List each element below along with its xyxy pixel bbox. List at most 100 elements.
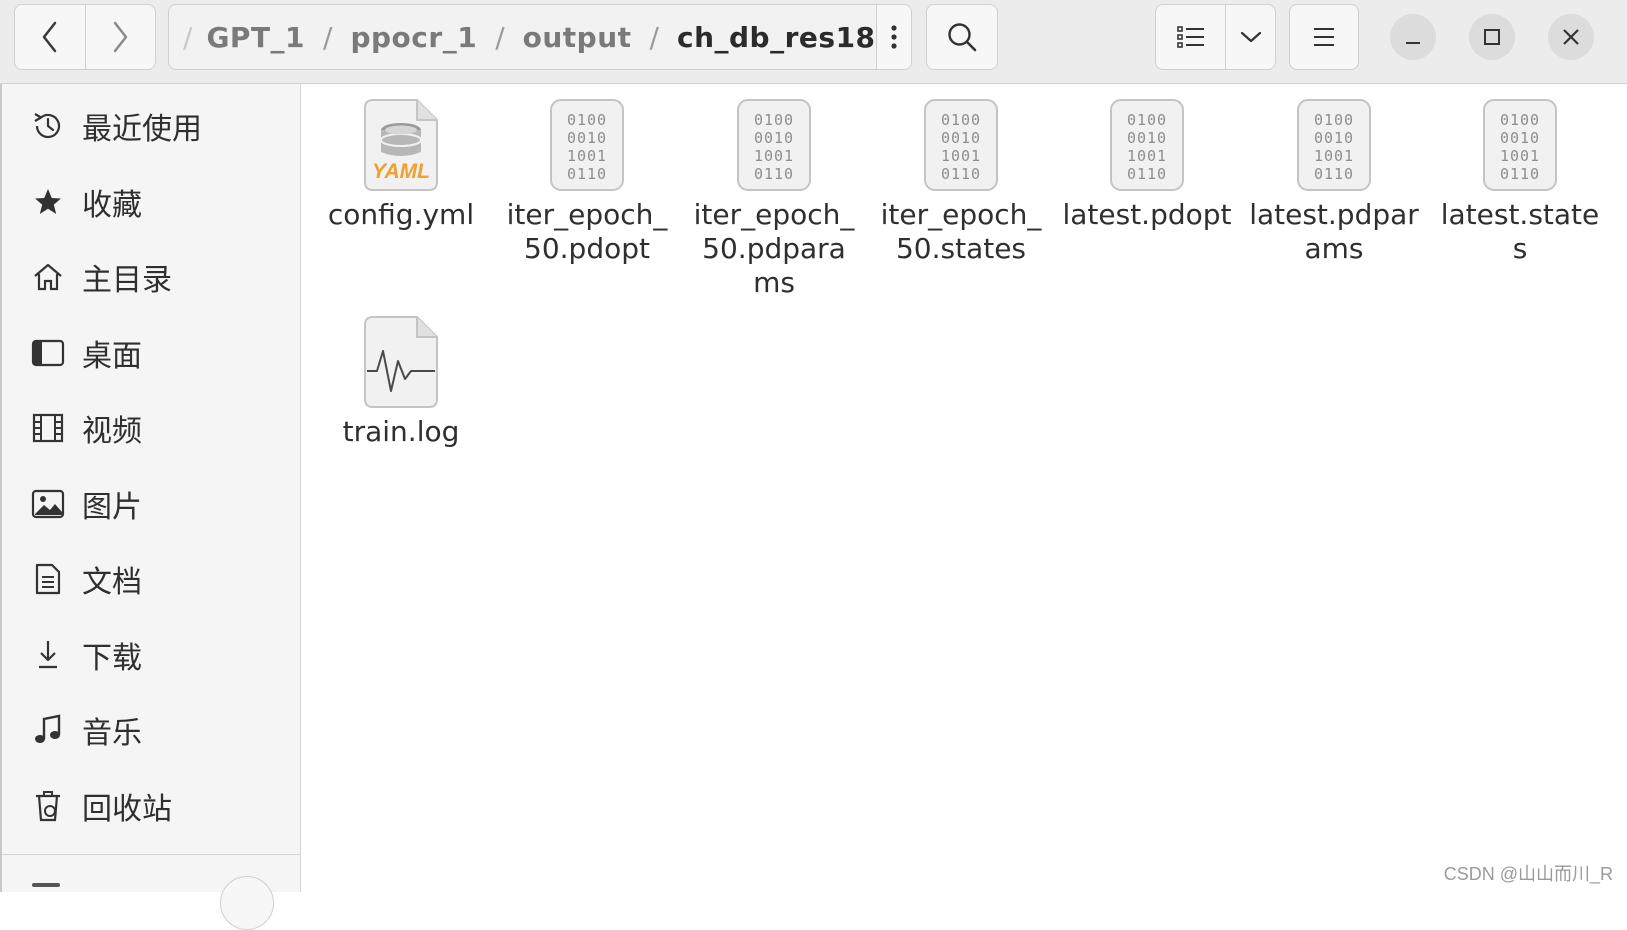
- vertical-ellipsis-icon: [891, 25, 897, 49]
- home-icon: [28, 257, 68, 297]
- chevron-left-icon: [42, 21, 56, 53]
- svg-text:1001: 1001: [941, 147, 981, 165]
- chevron-down-icon: [1240, 31, 1261, 43]
- sidebar-item-home[interactable]: 主目录: [2, 246, 301, 308]
- back-button[interactable]: [15, 5, 85, 69]
- music-icon: [28, 710, 68, 750]
- view-dropdown-button[interactable]: [1225, 5, 1275, 69]
- maximize-icon: [1484, 29, 1500, 45]
- svg-text:0010: 0010: [1127, 129, 1167, 147]
- download-icon: [28, 635, 68, 675]
- svg-text:0010: 0010: [941, 129, 981, 147]
- sidebar-item-label: 下载: [82, 640, 142, 676]
- star-icon: [28, 182, 68, 222]
- minimize-icon: [1406, 42, 1420, 44]
- sidebar-item-download[interactable]: 下载: [2, 624, 301, 686]
- file-name: iter_epoch_50.states: [880, 198, 1042, 265]
- binary-file-icon: 0100 0010 1001 0110: [1296, 98, 1372, 192]
- breadcrumb-separator: /: [323, 20, 333, 54]
- svg-text:0110: 0110: [1314, 165, 1354, 183]
- file-name: latest.states: [1440, 198, 1600, 265]
- sidebar-item-film[interactable]: 视频: [2, 397, 301, 459]
- breadcrumb-output[interactable]: output: [523, 21, 632, 54]
- sidebar-item-label: 桌面: [82, 338, 142, 374]
- search-button[interactable]: [926, 4, 998, 70]
- sidebar-item-document[interactable]: 文档: [2, 548, 301, 610]
- svg-text:0100: 0100: [567, 111, 607, 129]
- breadcrumb-separator: /: [183, 20, 193, 54]
- svg-text:0010: 0010: [1500, 129, 1540, 147]
- file-name: config.yml: [327, 198, 475, 231]
- sidebar-item-music[interactable]: 音乐: [2, 699, 301, 761]
- watermark: CSDN @山山而川_R: [1443, 864, 1613, 884]
- svg-text:1001: 1001: [1314, 147, 1354, 165]
- close-button[interactable]: [1548, 14, 1594, 60]
- hamburger-menu-icon: [1314, 28, 1334, 46]
- svg-text:0100: 0100: [941, 111, 981, 129]
- file-name: train.log: [342, 415, 460, 448]
- sidebar-item-label: 主目录: [82, 263, 172, 298]
- document-icon: [28, 559, 68, 599]
- svg-text:0100: 0100: [1127, 111, 1167, 129]
- navigation-buttons: [14, 4, 156, 70]
- trash-icon: [28, 786, 68, 826]
- sidebar-item-desktop[interactable]: 桌面: [2, 322, 301, 384]
- search-icon: [948, 23, 977, 52]
- svg-text:1001: 1001: [754, 147, 794, 165]
- sidebar-item-image[interactable]: 图片: [2, 473, 301, 535]
- path-menu-button[interactable]: [875, 5, 911, 69]
- yaml-file-icon: YAML: [363, 98, 439, 192]
- sidebar-item-clock-history[interactable]: 最近使用: [2, 95, 301, 157]
- svg-text:0100: 0100: [1500, 111, 1540, 129]
- svg-text:0110: 0110: [754, 165, 794, 183]
- view-options: [1155, 4, 1276, 70]
- binary-file-icon: 0100 0010 1001 0110: [736, 98, 812, 192]
- binary-file-icon: 0100 0010 1001 0110: [1482, 98, 1558, 192]
- breadcrumb-ppocr-1[interactable]: ppocr_1: [350, 21, 477, 54]
- clock-history-icon: [28, 106, 68, 146]
- close-icon: [1563, 29, 1579, 45]
- svg-text:1001: 1001: [1127, 147, 1167, 165]
- log-file-icon: [363, 315, 439, 409]
- svg-text:0110: 0110: [941, 165, 981, 183]
- sidebar-item-label: 回收站: [82, 791, 172, 827]
- svg-text:0010: 0010: [754, 129, 794, 147]
- chevron-right-icon: [114, 21, 128, 53]
- forward-button[interactable]: [84, 5, 156, 69]
- sidebar-item-label: 文档: [82, 565, 142, 600]
- sidebar-item-label: 图片: [82, 489, 142, 525]
- binary-file-icon: 0100 0010 1001 0110: [923, 98, 999, 192]
- breadcrumb-separator: /: [495, 20, 505, 54]
- file-name: latest.pdparams: [1249, 198, 1419, 265]
- svg-text:0010: 0010: [1314, 129, 1354, 147]
- other-locations-icon: [32, 883, 60, 887]
- file-name: iter_epoch_50.pdparams: [693, 198, 855, 299]
- svg-text:1001: 1001: [1500, 147, 1540, 165]
- binary-file-icon: 0100 0010 1001 0110: [549, 98, 625, 192]
- breadcrumb-gpt-1[interactable]: GPT_1: [206, 21, 305, 54]
- sidebar-item-label: 最近使用: [82, 112, 202, 147]
- sidebar-item-label: 音乐: [82, 716, 142, 751]
- svg-text:1001: 1001: [567, 147, 607, 165]
- minimize-button[interactable]: [1390, 14, 1436, 60]
- sidebar-item-star[interactable]: 收藏: [2, 171, 301, 233]
- list-view-button[interactable]: [1156, 5, 1225, 69]
- main-menu-button[interactable]: [1289, 4, 1359, 70]
- file-name: latest.pdopt: [1062, 198, 1232, 231]
- svg-text:0010: 0010: [567, 129, 607, 147]
- eject-button[interactable]: [220, 876, 274, 930]
- svg-text:0110: 0110: [567, 165, 607, 183]
- list-view-icon: [1176, 26, 1204, 48]
- path-bar: / GPT_1 / ppocr_1 / output / ch_db_res18: [168, 4, 912, 70]
- svg-text:0110: 0110: [1127, 165, 1167, 183]
- breadcrumb-current-folder[interactable]: ch_db_res18: [677, 21, 876, 54]
- breadcrumb-separator: /: [649, 20, 659, 54]
- maximize-button[interactable]: [1469, 14, 1515, 60]
- svg-text:YAML: YAML: [372, 160, 430, 183]
- sidebar-item-label: 收藏: [82, 187, 142, 223]
- image-icon: [28, 484, 68, 524]
- header-bar: / GPT_1 / ppocr_1 / output / ch_db_res18: [0, 0, 1627, 84]
- film-icon: [28, 408, 68, 448]
- breadcrumb: / GPT_1 / ppocr_1 / output / ch_db_res18: [169, 5, 876, 69]
- sidebar-item-trash[interactable]: 回收站: [2, 775, 301, 837]
